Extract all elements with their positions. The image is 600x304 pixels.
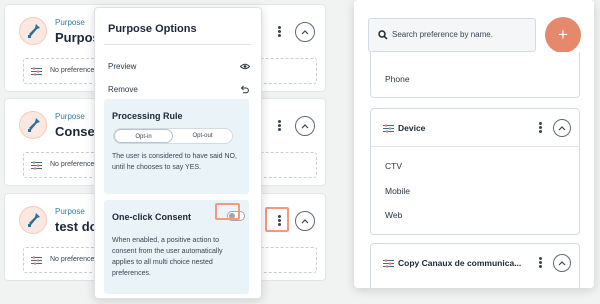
search-placeholder: Search preference by name. (392, 30, 493, 39)
plus-icon: + (558, 25, 568, 44)
wrench-icon (28, 213, 40, 227)
add-button[interactable]: + (545, 17, 581, 53)
purpose-avatar (19, 206, 47, 234)
chevron-up-icon[interactable] (553, 254, 571, 272)
remove-menu-item[interactable]: Remove (108, 85, 138, 94)
search-input[interactable]: Search preference by name. (368, 18, 536, 52)
preference-item: Web (385, 210, 403, 220)
preview-menu-item[interactable]: Preview (108, 62, 136, 71)
preference-group-card: Device CTV Mobile Web (370, 108, 580, 235)
purpose-options-menu: Purpose Options Preview Remove Processin… (94, 7, 262, 299)
purpose-type: Purpose (55, 112, 85, 121)
one-click-consent-description: When enabled, a positive action to conse… (112, 237, 223, 277)
menu-divider (104, 44, 251, 45)
one-click-consent-title: One-click Consent (112, 212, 192, 222)
preference-group-card: Phone (370, 52, 580, 98)
processing-rule-box: Processing Rule Opt-in Opt-out The user … (104, 99, 249, 194)
opt-out-option[interactable]: Opt-out (173, 129, 232, 143)
kebab-icon[interactable] (275, 26, 283, 40)
kebab-highlight[interactable] (265, 207, 289, 232)
opt-in-option[interactable]: Opt-in (114, 129, 173, 143)
sliders-icon (31, 161, 42, 170)
switch-highlight[interactable] (215, 203, 240, 220)
kebab-icon[interactable] (537, 122, 543, 134)
opt-in-out-toggle[interactable]: Opt-in Opt-out (113, 128, 233, 144)
sliders-icon (31, 67, 42, 76)
wrench-icon (28, 118, 40, 132)
preference-group-card: Copy Canaux de communica... (370, 243, 580, 288)
sliders-icon (31, 256, 42, 265)
group-name: Device (398, 123, 426, 133)
purpose-avatar (19, 17, 47, 45)
purpose-type: Purpose (55, 18, 85, 27)
wrench-icon (28, 24, 40, 38)
kebab-icon[interactable] (537, 257, 543, 269)
purpose-type: Purpose (55, 207, 85, 216)
processing-rule-title: Processing Rule (112, 111, 183, 121)
preferences-panel: Search preference by name. + Phone Devic… (354, 0, 594, 288)
processing-rule-description: The user is considered to have said NO, … (112, 153, 237, 171)
chevron-up-icon[interactable] (295, 211, 315, 231)
divider (371, 146, 579, 147)
kebab-icon[interactable] (275, 120, 283, 134)
undo-icon[interactable] (240, 85, 249, 94)
preference-item: Phone (385, 74, 410, 84)
sliders-icon (383, 259, 394, 268)
search-icon (378, 30, 388, 40)
sliders-icon (383, 124, 394, 133)
chevron-up-icon[interactable] (295, 116, 315, 136)
eye-icon[interactable] (240, 63, 250, 70)
chevron-up-icon[interactable] (553, 119, 571, 137)
chevron-up-icon[interactable] (295, 22, 315, 42)
purpose-avatar (19, 111, 47, 139)
preference-item: CTV (385, 161, 402, 171)
menu-title: Purpose Options (108, 23, 197, 35)
preference-item: Mobile (385, 186, 411, 196)
group-name: Copy Canaux de communica... (398, 258, 522, 268)
